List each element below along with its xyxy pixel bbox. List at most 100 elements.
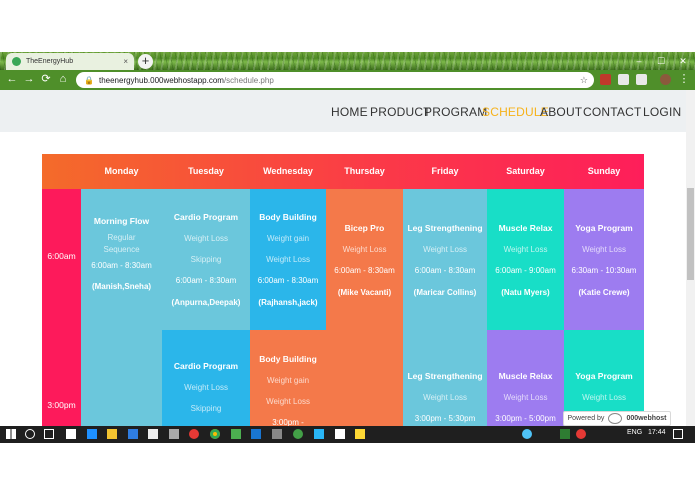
edge-icon[interactable]: [87, 429, 97, 439]
help-icon[interactable]: [522, 429, 532, 439]
vscode-icon[interactable]: [251, 429, 261, 439]
nav-home[interactable]: HOME: [331, 105, 368, 119]
lock-icon: 🔒: [84, 75, 94, 85]
class-trainer: (Maricar Collins): [413, 288, 477, 297]
store-icon[interactable]: [148, 429, 158, 439]
photos-icon[interactable]: [169, 429, 179, 439]
class-cell-sunday-morning[interactable]: Yoga Program Weight Loss 6:30am - 10:30a…: [564, 189, 644, 330]
windows-taskbar: [0, 426, 695, 443]
class-title: Yoga Program: [575, 371, 633, 381]
browser-tab[interactable]: TheEnergyHub ×: [6, 53, 134, 70]
windows-start-icon[interactable]: [6, 429, 16, 439]
app-icon[interactable]: [272, 429, 282, 439]
class-time: 6:30am - 10:30am: [571, 266, 637, 275]
nav-about[interactable]: ABOUT: [540, 105, 582, 119]
class-cell-friday-afternoon[interactable]: Leg Strengthening Weight Loss 3:00pm - 5…: [403, 330, 487, 426]
language-indicator[interactable]: ENG: [627, 429, 642, 436]
tray-icon[interactable]: [576, 429, 586, 439]
class-title: Leg Strengthening: [407, 371, 483, 381]
notifications-icon[interactable]: [673, 429, 683, 439]
class-title: Yoga Program: [575, 223, 633, 233]
class-cell-wednesday-afternoon[interactable]: Body Building Weight gain Weight Loss 3:…: [250, 330, 326, 426]
class-time: 6:00am - 8:30am: [91, 261, 152, 270]
class-time: 3:00pm -: [272, 418, 304, 426]
nav-schedule[interactable]: SCHEDULE: [482, 105, 549, 119]
class-detail: Skipping: [190, 404, 222, 413]
minimize-button[interactable]: –: [628, 54, 650, 68]
class-cell-monday-morning[interactable]: Morning Flow Regular Sequence 6:00am - 8…: [81, 189, 162, 330]
forward-button[interactable]: →: [22, 72, 36, 86]
class-trainer: (Mike Vacanti): [337, 288, 392, 297]
menu-icon[interactable]: ⋮: [677, 72, 691, 86]
app-icon[interactable]: [231, 429, 241, 439]
search-icon[interactable]: [25, 429, 35, 439]
nav-program[interactable]: PROGRAM: [424, 105, 487, 119]
sticky-notes-icon[interactable]: [355, 429, 365, 439]
class-detail: Regular: [107, 233, 136, 242]
class-detail: Weight Loss: [423, 393, 467, 402]
app-icon[interactable]: [293, 429, 303, 439]
file-explorer-icon[interactable]: [107, 429, 117, 439]
chrome-icon[interactable]: [210, 429, 220, 439]
opera-icon[interactable]: [189, 429, 199, 439]
class-detail: Skipping: [190, 255, 222, 264]
back-button[interactable]: ←: [5, 72, 19, 86]
class-detail: Weight Loss: [184, 383, 228, 392]
class-detail: Weight Loss: [503, 393, 548, 402]
app-icon[interactable]: [314, 429, 324, 439]
app-icon[interactable]: [128, 429, 138, 439]
class-trainer: (Natu Myers): [501, 288, 550, 297]
class-cell-tuesday-afternoon[interactable]: Cardio Program Weight Loss Skipping: [162, 330, 250, 426]
nav-product[interactable]: PRODUCT: [370, 105, 431, 119]
scrollbar-thumb[interactable]: [687, 188, 694, 280]
clock[interactable]: 17:44: [648, 429, 666, 436]
url-host: theenergyhub.000webhostapp.com: [98, 75, 224, 85]
class-cell-monday-afternoon: [81, 330, 162, 426]
new-tab-button[interactable]: +: [138, 54, 153, 69]
close-window-button[interactable]: ✕: [672, 54, 694, 68]
tray-icon[interactable]: [560, 429, 570, 439]
address-bar[interactable]: 🔒 theenergyhub.000webhostapp.com /schedu…: [76, 72, 594, 88]
class-detail: Weight Loss: [184, 234, 228, 243]
day-header: Tuesday: [188, 166, 224, 176]
extension-icon[interactable]: [636, 74, 647, 85]
day-header: Monday: [104, 166, 139, 176]
badge-label: Powered by: [567, 415, 605, 422]
time-label: 6:00am: [47, 251, 76, 261]
bookmark-star-icon[interactable]: ☆: [580, 75, 588, 86]
class-time: 6:00am - 8:30am: [414, 266, 476, 275]
nav-login[interactable]: LOGIN: [643, 105, 681, 119]
class-title: Cardio Program: [173, 212, 239, 222]
class-cell-saturday-morning[interactable]: Muscle Relax Weight Loss 6:00am - 9:00am…: [487, 189, 564, 330]
reload-button[interactable]: ⟳: [39, 72, 53, 86]
class-trainer: (Rajhansh,jack): [258, 298, 318, 307]
class-cell-tuesday-morning[interactable]: Cardio Program Weight Loss Skipping 6:00…: [162, 189, 250, 330]
site-favicon-icon: [12, 57, 21, 66]
home-button[interactable]: ⌂: [56, 72, 70, 86]
class-title: Muscle Relax: [498, 371, 553, 381]
class-cell-wednesday-morning[interactable]: Body Building Weight gain Weight Loss 6:…: [250, 189, 326, 330]
extension-icon[interactable]: [600, 74, 611, 85]
app-icon[interactable]: [335, 429, 345, 439]
class-trainer: (Manish,Sneha): [91, 282, 152, 291]
tab-close-icon[interactable]: ×: [123, 57, 128, 66]
class-cell-saturday-afternoon[interactable]: Muscle Relax Weight Loss 3:00pm - 5:00pm: [487, 330, 564, 426]
powered-by-badge[interactable]: Powered by 000webhost: [563, 411, 671, 426]
class-cell-thursday-morning[interactable]: Bicep Pro Weight Loss 6:00am - 8:30am (M…: [326, 189, 403, 426]
extension-icon[interactable]: [618, 74, 629, 85]
class-time: 3:00pm - 5:30pm: [414, 414, 476, 423]
class-detail: Weight Loss: [582, 245, 626, 254]
dropbox-icon[interactable]: [66, 429, 76, 439]
badge-brand: 000webhost: [626, 415, 667, 422]
class-cell-friday-morning[interactable]: Leg Strengthening Weight Loss 6:00am - 8…: [403, 189, 487, 330]
class-time: 6:00am - 8:30am: [257, 276, 319, 285]
profile-avatar-icon[interactable]: [660, 74, 671, 85]
url-path: /schedule.php: [223, 75, 274, 85]
nav-contact[interactable]: CONTACT: [583, 105, 642, 119]
task-view-icon[interactable]: [44, 429, 54, 439]
time-column: [42, 189, 81, 426]
maximize-button[interactable]: ☐: [650, 54, 672, 68]
class-detail: Weight Loss: [342, 245, 387, 254]
class-time: 6:00am - 8:30am: [175, 276, 237, 285]
class-detail: Weight Loss: [503, 245, 548, 254]
